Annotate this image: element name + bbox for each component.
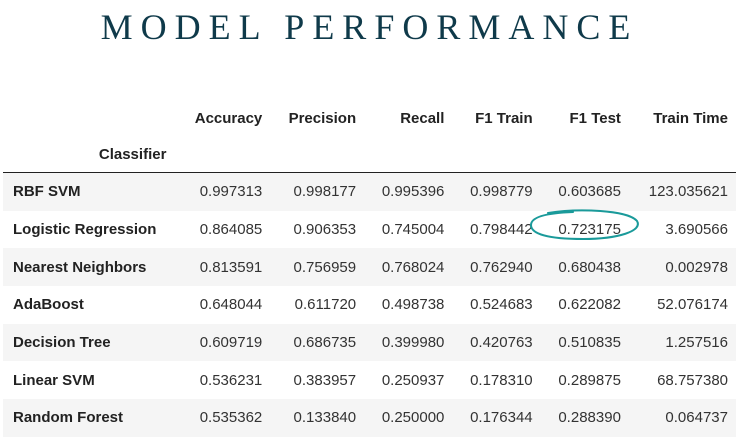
table-row: Decision Tree 0.609719 0.686735 0.399980…	[3, 323, 736, 362]
table-row: Linear SVM 0.536231 0.383957 0.250937 0.…	[3, 361, 736, 400]
cell-recall: 0.995396	[364, 171, 453, 211]
column-header-row: Accuracy Precision Recall F1 Train F1 Te…	[3, 100, 736, 136]
row-label: Nearest Neighbors	[3, 248, 177, 287]
row-label: Logistic Regression	[3, 210, 177, 249]
table-body: RBF SVM 0.997313 0.998177 0.995396 0.998…	[3, 171, 736, 437]
column-header-precision: Precision	[270, 100, 365, 136]
row-label: AdaBoost	[3, 286, 177, 324]
cell-f1-test: 0.289875	[540, 361, 629, 400]
cell-recall: 0.745004	[364, 210, 453, 249]
cell-recall: 0.250937	[364, 361, 453, 400]
cell-accuracy: 0.997313	[176, 171, 271, 211]
cell-recall: 0.498738	[364, 286, 453, 324]
row-label: Linear SVM	[3, 361, 177, 400]
column-header-f1-test: F1 Test	[540, 100, 629, 136]
performance-table-container: Accuracy Precision Recall F1 Train F1 Te…	[3, 100, 736, 437]
cell-f1-train: 0.998779	[452, 171, 541, 211]
row-label: Decision Tree	[3, 323, 177, 362]
cell-f1-train: 0.762940	[452, 248, 541, 287]
cell-precision: 0.756959	[270, 248, 365, 287]
cell-f1-train: 0.176344	[452, 399, 541, 437]
cell-train-time: 1.257516	[628, 323, 736, 362]
row-label: Random Forest	[3, 399, 177, 437]
column-header-recall: Recall	[364, 100, 453, 136]
performance-table: Accuracy Precision Recall F1 Train F1 Te…	[3, 100, 736, 437]
cell-precision: 0.906353	[270, 210, 365, 249]
table-header: Accuracy Precision Recall F1 Train F1 Te…	[3, 100, 736, 173]
cell-accuracy: 0.536231	[176, 361, 271, 400]
table-row: Random Forest 0.535362 0.133840 0.250000…	[3, 399, 736, 437]
cell-train-time: 123.035621	[628, 171, 736, 211]
cell-train-time: 3.690566	[628, 210, 736, 249]
table-row: AdaBoost 0.648044 0.611720 0.498738 0.52…	[3, 286, 736, 324]
cell-f1-test: 0.680438	[540, 248, 629, 287]
cell-f1-test: 0.510835	[540, 323, 629, 362]
cell-f1-test: 0.622082	[540, 286, 629, 324]
table-row: RBF SVM 0.997313 0.998177 0.995396 0.998…	[3, 171, 736, 211]
cell-f1-test: 0.288390	[540, 399, 629, 437]
cell-accuracy: 0.648044	[176, 286, 271, 324]
cell-recall: 0.399980	[364, 323, 453, 362]
cell-recall: 0.768024	[364, 248, 453, 287]
table-row: Nearest Neighbors 0.813591 0.756959 0.76…	[3, 248, 736, 287]
cell-train-time: 52.076174	[628, 286, 736, 324]
table-row: Logistic Regression 0.864085 0.906353 0.…	[3, 210, 736, 249]
cell-accuracy: 0.535362	[176, 399, 271, 437]
cell-f1-test: 0.723175	[540, 210, 629, 249]
cell-precision: 0.133840	[270, 399, 365, 437]
cell-f1-train: 0.420763	[452, 323, 541, 362]
cell-f1-test: 0.603685	[540, 171, 629, 211]
page-title: MODEL PERFORMANCE	[100, 7, 639, 47]
cell-recall: 0.250000	[364, 399, 453, 437]
index-name-header: Classifier	[3, 136, 177, 173]
cell-accuracy: 0.813591	[176, 248, 271, 287]
column-header-f1-train: F1 Train	[452, 100, 541, 136]
column-header-train-time: Train Time	[628, 100, 736, 136]
cell-f1-train: 0.798442	[452, 210, 541, 249]
cell-accuracy: 0.609719	[176, 323, 271, 362]
column-header-accuracy: Accuracy	[176, 100, 271, 136]
cell-precision: 0.686735	[270, 323, 365, 362]
corner-cell	[3, 100, 177, 136]
cell-f1-train: 0.178310	[452, 361, 541, 400]
cell-precision: 0.611720	[270, 286, 365, 324]
cell-accuracy: 0.864085	[176, 210, 271, 249]
row-label: RBF SVM	[3, 171, 177, 211]
cell-train-time: 0.064737	[628, 399, 736, 437]
cell-precision: 0.998177	[270, 171, 365, 211]
cell-train-time: 0.002978	[628, 248, 736, 287]
cell-precision: 0.383957	[270, 361, 365, 400]
index-header-row: Classifier	[3, 136, 736, 173]
cell-f1-train: 0.524683	[452, 286, 541, 324]
cell-train-time: 68.757380	[628, 361, 736, 400]
